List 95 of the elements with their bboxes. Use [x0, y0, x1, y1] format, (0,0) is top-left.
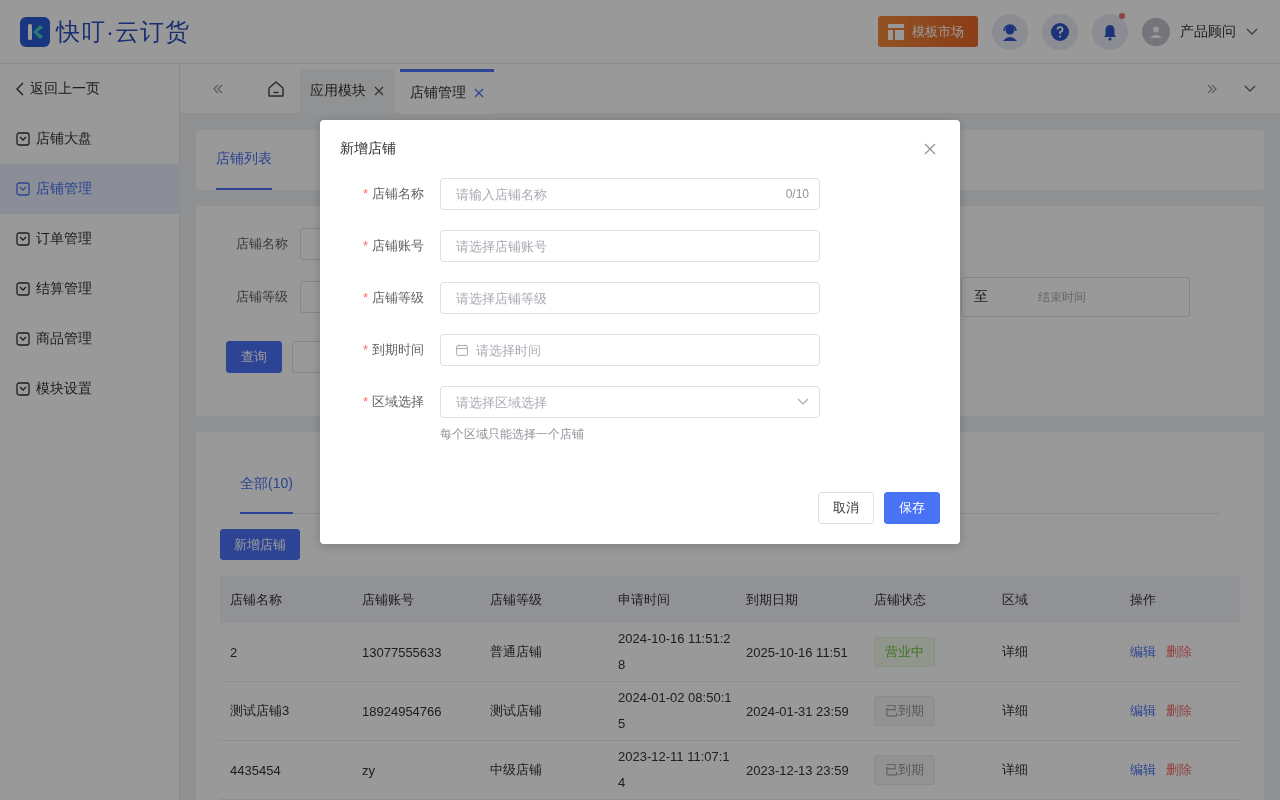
chevron-down-icon: [797, 398, 809, 406]
table-cell-text: 2023-12-11 11:07:14: [618, 748, 731, 792]
logo-icon: [20, 16, 50, 47]
customer-service-button[interactable]: [992, 13, 1028, 50]
range-separator: 至: [973, 288, 989, 306]
calendar-icon: [456, 344, 468, 356]
filter-label: 店铺名称: [236, 235, 289, 253]
field-label: * 店铺账号: [361, 237, 424, 255]
character-counter: 0/10: [785, 187, 809, 201]
delete-link[interactable]: 删除: [1166, 702, 1192, 720]
edit-link[interactable]: 编辑: [1130, 643, 1156, 661]
headset-person-icon: [1000, 21, 1020, 42]
table-cell: 详细: [992, 623, 1120, 682]
dialog-title: 新增店铺: [340, 140, 396, 158]
edit-link[interactable]: 编辑: [1130, 761, 1156, 779]
tray-icon: [16, 382, 30, 396]
table-cell: 详细: [992, 682, 1120, 741]
table-cell-text: 2024-01-02 08:50:15: [618, 689, 733, 733]
column-header: 店铺状态: [864, 576, 992, 623]
double-chevron-right-icon: [1206, 83, 1218, 94]
column-header: 申请时间: [608, 576, 736, 623]
table-cell: 普通店铺: [480, 623, 608, 682]
sidebar-item[interactable]: 订单管理: [0, 214, 179, 264]
sidebar-item[interactable]: 结算管理: [0, 264, 179, 314]
delete-link[interactable]: 删除: [1166, 761, 1192, 779]
field-hint: 每个区域只能选择一个店铺: [440, 426, 585, 443]
column-header: 店铺账号: [352, 576, 480, 623]
sidebar-item[interactable]: 店铺管理: [0, 164, 179, 214]
table-cell: zy: [352, 741, 480, 800]
bell-icon: [1101, 22, 1119, 41]
status-tag: 营业中: [874, 637, 935, 667]
input-field[interactable]: 请输入店铺名称 0/10: [440, 178, 820, 210]
select-field[interactable]: 请选择区域选择: [440, 386, 820, 418]
help-button[interactable]: [1042, 13, 1078, 50]
cancel-button[interactable]: 取消: [818, 492, 874, 524]
tray-icon: [16, 332, 30, 346]
edit-link[interactable]: 编辑: [1130, 702, 1156, 720]
layout-icon: [888, 23, 904, 40]
field-label: * 区域选择: [361, 393, 424, 411]
save-button[interactable]: 保存: [884, 492, 940, 524]
column-header: 操作: [1120, 576, 1240, 623]
template-market-button[interactable]: 模板市场: [878, 16, 978, 47]
column-header: 区域: [992, 576, 1120, 623]
delete-link[interactable]: 删除: [1166, 643, 1192, 661]
chevron-down-icon: [1244, 84, 1256, 93]
table-cell: 测试店铺3: [220, 682, 352, 741]
notification-button[interactable]: [1092, 13, 1128, 50]
table-cell: 2024-01-31 23:59: [736, 682, 864, 741]
column-header: 店铺等级: [480, 576, 608, 623]
text-input[interactable]: 请输入店铺名称: [456, 179, 778, 209]
avatar: [1142, 17, 1170, 46]
text-input[interactable]: 请选择时间: [476, 335, 809, 365]
search-button[interactable]: 查询: [226, 341, 282, 373]
back-link[interactable]: 返回上一页: [0, 64, 179, 114]
home-button[interactable]: [266, 78, 286, 99]
field-label: * 店铺等级: [361, 289, 424, 307]
close-icon[interactable]: [374, 86, 384, 96]
table-cell-text: 2024-10-16 11:51:28: [618, 630, 732, 674]
table-cell: 中级店铺: [480, 741, 608, 800]
table-cell: 2023-12-13 23:59: [736, 741, 864, 800]
page-tab[interactable]: 店铺管理: [400, 68, 494, 114]
text-input[interactable]: 请选择区域选择: [456, 387, 789, 417]
add-store-button[interactable]: 新增店铺: [220, 529, 300, 560]
table-cell: 2025-10-16 11:51: [736, 623, 864, 682]
page-tab[interactable]: 应用模块: [300, 68, 394, 114]
sidebar-item[interactable]: 店铺大盘: [0, 114, 179, 164]
chevron-down-icon: [1246, 27, 1258, 36]
table-cell: 2: [220, 623, 352, 682]
table-cell: 4435454: [220, 741, 352, 800]
tray-icon: [16, 182, 30, 196]
chevron-left-icon: [16, 82, 24, 96]
home-icon: [267, 79, 285, 98]
user-menu[interactable]: 产品顾问: [1142, 17, 1258, 46]
date-field[interactable]: 请选择时间: [440, 334, 820, 366]
section-tab[interactable]: 店铺列表: [216, 130, 272, 190]
column-header: 到期日期: [736, 576, 864, 623]
sidebar-item[interactable]: 商品管理: [0, 314, 179, 364]
close-icon[interactable]: [474, 87, 484, 98]
help-icon: [1050, 21, 1070, 42]
filter-tab[interactable]: 全部(10): [240, 456, 293, 514]
table-cell: 18924954766: [352, 682, 480, 741]
table-cell: 详细: [992, 741, 1120, 800]
table-cell: 13077555633: [352, 623, 480, 682]
field-label: * 店铺名称: [361, 185, 424, 203]
sidebar-item[interactable]: 模块设置: [0, 364, 179, 414]
tray-icon: [16, 282, 30, 296]
double-chevron-left-icon: [212, 83, 224, 94]
field-label: * 到期时间: [361, 341, 424, 359]
app-logo-text: 快叮·云订货: [56, 16, 190, 47]
close-icon: [924, 143, 936, 155]
table-cell: 测试店铺: [480, 682, 608, 741]
column-header: 店铺名称: [220, 576, 352, 623]
tray-icon: [16, 232, 30, 246]
tray-icon: [16, 132, 30, 146]
filter-label: 店铺等级: [236, 288, 289, 306]
